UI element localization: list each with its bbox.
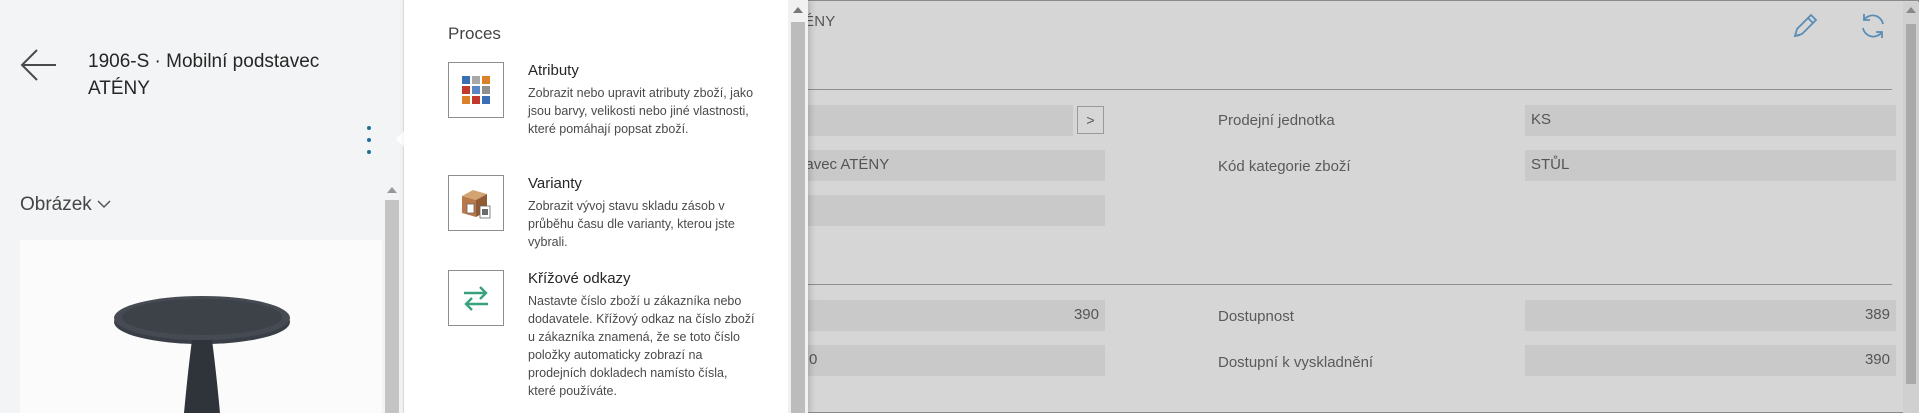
inventory-field[interactable]: 390: [771, 300, 1105, 331]
scroll-thumb[interactable]: [791, 22, 805, 413]
section-divider: [771, 89, 1892, 90]
picture-section-label: Obrázek: [20, 194, 92, 215]
available-label: Dostupnost: [1218, 308, 1294, 325]
pencil-icon[interactable]: [1788, 9, 1822, 43]
scroll-thumb[interactable]: [1906, 24, 1916, 384]
process-menu: Proces Atributy Zobrazit nebo upravit at…: [404, 0, 808, 413]
section-divider: [771, 284, 1892, 285]
expand-button[interactable]: >: [1077, 106, 1104, 134]
item-panel: 1906-S · Mobilní podstavec ATÉNY Obrázek: [0, 0, 404, 413]
scroll-thumb[interactable]: [385, 200, 399, 413]
refresh-icon[interactable]: [1856, 9, 1890, 43]
available-to-stock-label: Dostupní k vyskladnění: [1218, 354, 1374, 371]
available-field[interactable]: 389: [1525, 300, 1896, 331]
page-scrollbar[interactable]: [1903, 2, 1919, 413]
item-title: 1906-S · Mobilní podstavec ATÉNY: [88, 51, 320, 99]
menu-scrollbar[interactable]: [788, 0, 808, 413]
scroll-up-icon[interactable]: [1906, 7, 1916, 13]
more-vertical-icon[interactable]: [360, 124, 378, 160]
arrow-left-icon[interactable]: [18, 46, 60, 84]
chevron-down-icon: [96, 194, 112, 216]
variants-icon: [448, 175, 504, 231]
picture-section-toggle[interactable]: Obrázek: [20, 194, 112, 216]
menu-item-description: Zobrazit vývoj stavu skladu zásob v průb…: [528, 199, 735, 249]
menu-item-title: Varianty: [528, 175, 582, 192]
menu-item-title: Atributy: [528, 62, 579, 79]
item-picture: [20, 240, 382, 413]
scroll-up-icon[interactable]: [793, 7, 803, 13]
menu-caret: [396, 131, 404, 147]
panel-scrollbar[interactable]: [383, 182, 401, 413]
item-category-field[interactable]: STŮL: [1525, 150, 1896, 181]
empty-field[interactable]: [771, 195, 1105, 226]
menu-item-cross-references[interactable]: Křížové odkazy Nastavte číslo zboží u zá…: [448, 270, 758, 413]
menu-item-description: Zobrazit nebo upravit atributy zboží, ja…: [528, 86, 754, 136]
menu-item-variants[interactable]: Varianty Zobrazit vývoj stavu skladu zás…: [448, 175, 758, 260]
description-field[interactable]: [771, 105, 1073, 136]
menu-heading: Proces: [448, 24, 501, 43]
scroll-up-icon[interactable]: [387, 187, 397, 193]
partial-field[interactable]: 0: [771, 345, 1105, 376]
attributes-icon: [448, 62, 504, 118]
menu-item-attributes[interactable]: Atributy Zobrazit nebo upravit atributy …: [448, 62, 758, 162]
cross-reference-icon: [448, 270, 504, 326]
menu-item-title: Křížové odkazy: [528, 270, 631, 287]
sales-unit-field[interactable]: KS: [1525, 105, 1896, 136]
description-2-field[interactable]: odstavec ATÉNY: [771, 150, 1105, 181]
menu-item-description: Nastavte číslo zboží u zákazníka nebo do…: [528, 294, 755, 398]
available-to-stock-field[interactable]: 390: [1525, 345, 1896, 376]
item-category-label: Kód kategorie zboží: [1218, 158, 1351, 175]
sales-unit-label: Prodejní jednotka: [1218, 112, 1335, 129]
